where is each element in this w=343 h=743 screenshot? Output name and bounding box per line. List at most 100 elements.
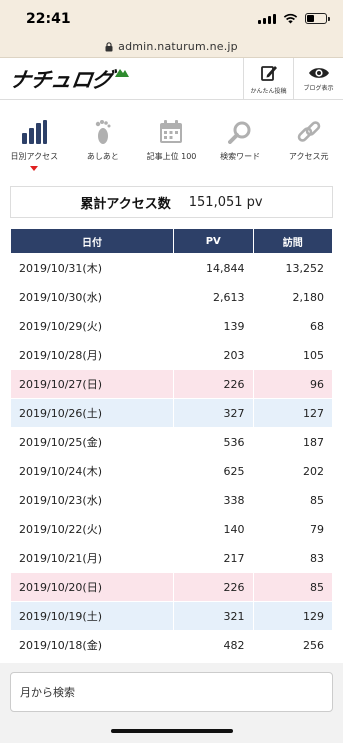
- date-cell: 2019/10/27(日): [11, 370, 174, 398]
- table-row: 2019/10/31(木) 14,844 13,252: [11, 254, 332, 282]
- nav-label-referrers: アクセス元: [288, 152, 329, 161]
- visits-cell: 127: [253, 399, 332, 427]
- pv-cell: 321: [174, 602, 253, 630]
- month-search-button[interactable]: 月から検索: [10, 672, 333, 712]
- nav-item-top-articles[interactable]: 記事上位 100: [139, 118, 203, 162]
- lock-icon: [105, 41, 113, 51]
- pv-cell: 2,613: [213, 290, 245, 304]
- nav-label-daily-access: 日別アクセス: [10, 152, 59, 161]
- nav-item-daily-access[interactable]: 日別アクセス: [2, 118, 66, 171]
- visits-cell: 85: [310, 493, 324, 507]
- pv-cell: 140: [223, 522, 245, 536]
- date-cell: 2019/10/21(月): [19, 552, 102, 565]
- visits-cell: 13,252: [285, 261, 325, 275]
- site-header: ナチュログ かんたん投稿 ブログ表示: [0, 58, 343, 100]
- bar-chart-icon: [22, 120, 48, 144]
- quick-post-label: かんたん投稿: [250, 88, 287, 95]
- browser-url-bar[interactable]: admin.naturum.ne.jp: [0, 36, 343, 58]
- pv-cell: 139: [223, 319, 245, 333]
- naturum-logo[interactable]: ナチュログ: [8, 63, 129, 95]
- date-cell: 2019/10/18(金): [19, 639, 102, 652]
- date-cell: 2019/10/31(木): [19, 262, 102, 275]
- table-row: 2019/10/27(日) 226 96: [11, 370, 332, 398]
- home-indicator[interactable]: [111, 729, 233, 733]
- date-cell: 2019/10/30(水): [19, 291, 102, 304]
- date-cell: 2019/10/26(土): [11, 399, 174, 427]
- pv-cell: 338: [223, 493, 245, 507]
- visits-cell: 83: [310, 551, 324, 565]
- eye-icon: [308, 68, 329, 78]
- visits-cell: 85: [253, 573, 332, 601]
- pv-cell: 226: [174, 573, 253, 601]
- month-search-label: 月から検索: [20, 686, 75, 699]
- nav-label-footprints: あしあと: [86, 152, 119, 161]
- status-bar: 22:41: [0, 0, 343, 36]
- pv-cell: 625: [223, 464, 245, 478]
- date-cell: 2019/10/28(月): [19, 349, 102, 362]
- logo-text: ナチュログ: [8, 68, 115, 92]
- battery-icon: [305, 13, 330, 24]
- nav-item-search-words[interactable]: 検索ワード: [208, 118, 272, 162]
- table-header-row: 日付 PV 訪問: [11, 229, 332, 253]
- pv-cell: 482: [223, 638, 245, 652]
- date-cell: 2019/10/22(火): [19, 523, 102, 536]
- visits-cell: 256: [303, 638, 324, 652]
- edit-post-icon: [260, 66, 277, 81]
- table-row: 2019/10/29(火) 139 68: [11, 312, 332, 340]
- table-row: 2019/10/22(火) 140 79: [11, 515, 332, 543]
- pv-cell: 226: [174, 370, 253, 398]
- pv-cell: 536: [223, 435, 245, 449]
- mountain-logo-icon: [114, 69, 129, 77]
- nav-item-footprints[interactable]: あしあと: [71, 118, 135, 162]
- footprint-icon: [95, 120, 111, 144]
- table-row: 2019/10/26(土) 327 127: [11, 399, 332, 427]
- table-row: 2019/10/25(金) 536 187: [11, 428, 332, 456]
- table-body: 2019/10/31(木) 14,844 13,252 2019/10/30(水) 2,…: [11, 254, 332, 659]
- column-header-date: 日付: [11, 229, 174, 253]
- blog-view-button[interactable]: ブログ表示: [293, 58, 343, 100]
- quick-post-button[interactable]: かんたん投稿: [243, 58, 293, 100]
- pv-cell: 217: [223, 551, 245, 565]
- url-text: admin.naturum.ne.jp: [118, 40, 238, 53]
- blog-view-label: ブログ表示: [303, 85, 334, 92]
- cellular-signal-icon: [258, 13, 276, 24]
- month-search-area: 月から検索: [0, 663, 343, 743]
- main-content: 累計アクセス数 151,051 pv 日付 PV 訪問 2019/10/31(木…: [0, 178, 343, 743]
- nav-label-search-words: 検索ワード: [220, 152, 261, 161]
- visits-cell: 68: [310, 319, 324, 333]
- access-nav: 日別アクセス あしあと 記事上位 100 検索ワード アクセス元: [0, 100, 343, 178]
- date-cell: 2019/10/25(金): [19, 436, 102, 449]
- visits-cell: 105: [303, 348, 324, 362]
- total-access-value: 151,051 pv: [188, 194, 263, 210]
- nav-label-top-articles: 記事上位 100: [146, 152, 197, 161]
- calendar-icon: [160, 120, 183, 143]
- wifi-icon: [283, 13, 298, 24]
- date-cell: 2019/10/23(水): [19, 494, 102, 507]
- date-cell: 2019/10/20(日): [11, 573, 174, 601]
- table-row: 2019/10/18(金) 482 256: [11, 631, 332, 659]
- table-row: 2019/10/24(木) 625 202: [11, 457, 332, 485]
- table-row: 2019/10/30(水) 2,613 2,180: [11, 283, 332, 311]
- column-header-visits: 訪問: [253, 229, 332, 253]
- total-access-summary: 累計アクセス数 151,051 pv: [10, 186, 333, 218]
- pv-cell: 203: [223, 348, 245, 362]
- table-row: 2019/10/20(日) 226 85: [11, 573, 332, 601]
- date-cell: 2019/10/19(土): [11, 602, 174, 630]
- date-cell: 2019/10/24(木): [19, 465, 102, 478]
- link-icon: [297, 121, 320, 142]
- visits-cell: 202: [303, 464, 324, 478]
- nav-item-referrers[interactable]: アクセス元: [277, 118, 341, 162]
- active-caret-icon: [30, 166, 39, 171]
- table-row: 2019/10/19(土) 321 129: [11, 602, 332, 630]
- magnifier-icon: [228, 121, 251, 144]
- visits-cell: 187: [303, 435, 324, 449]
- daily-access-table: 日付 PV 訪問 2019/10/31(木) 14,844 13,252 2019/1…: [10, 228, 333, 660]
- pv-cell: 14,844: [206, 261, 245, 275]
- table-row: 2019/10/28(月) 203 105: [11, 341, 332, 369]
- status-icons: [258, 13, 330, 24]
- total-access-label: 累計アクセス数: [80, 196, 171, 212]
- date-cell: 2019/10/29(火): [19, 320, 102, 333]
- visits-cell: 96: [253, 370, 332, 398]
- table-row: 2019/10/23(水) 338 85: [11, 486, 332, 514]
- visits-cell: 129: [253, 602, 332, 630]
